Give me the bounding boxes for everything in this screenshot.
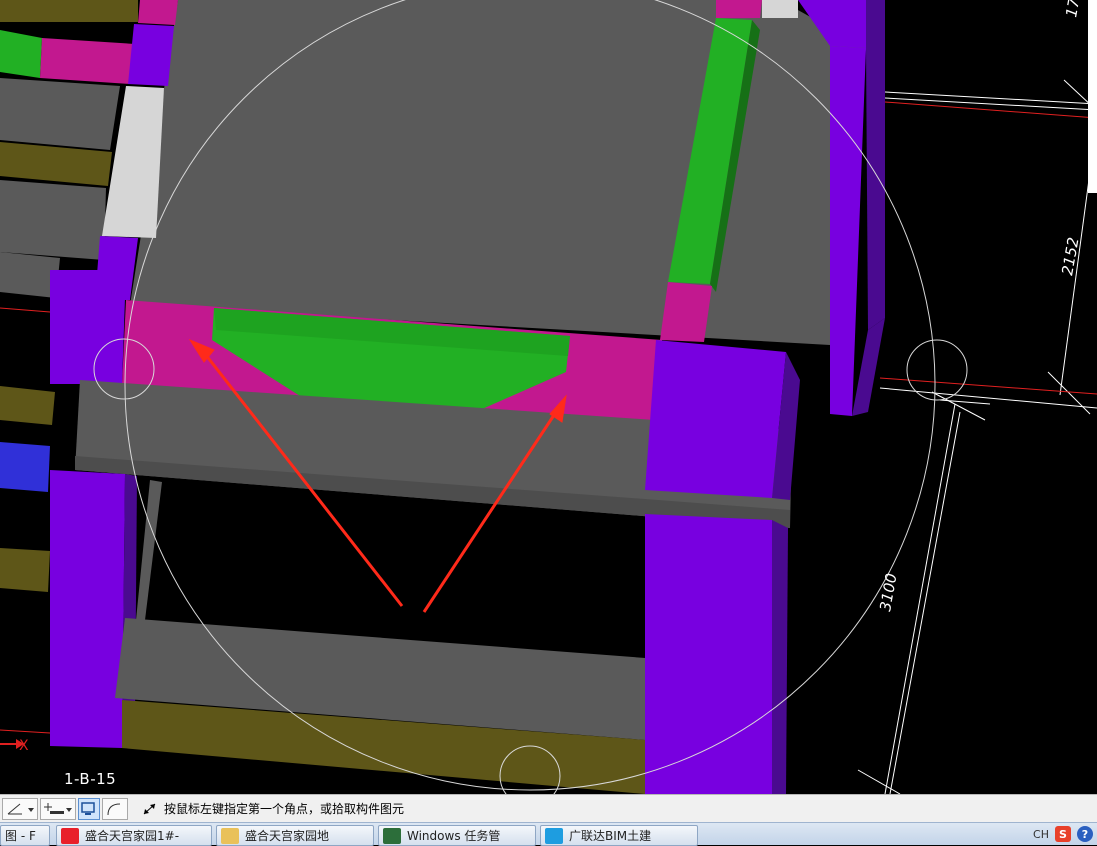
floor-indicator: 1-B-15 bbox=[64, 770, 117, 788]
x-axis-label: X bbox=[19, 738, 29, 754]
taskbar-item-4[interactable]: 广联达BIM土建 bbox=[540, 825, 698, 846]
taskbar-label: 盛合天宫家园1#- bbox=[85, 829, 180, 843]
system-tray: CH S ? bbox=[1033, 826, 1093, 842]
select-view-tool-button[interactable] bbox=[78, 797, 100, 820]
folder-icon bbox=[221, 827, 239, 844]
command-prompt: 按鼠标左键指定第一个角点，或拾取构件图元 bbox=[142, 800, 404, 817]
wps-icon bbox=[61, 827, 79, 844]
taskbar-item-3[interactable]: Windows 任务管 bbox=[378, 825, 536, 846]
task-manager-icon bbox=[383, 827, 401, 844]
taskbar-label: 图 - F bbox=[5, 829, 36, 843]
resize-arrow-icon bbox=[143, 803, 156, 814]
taskbar-label: 广联达BIM土建 bbox=[569, 829, 652, 843]
monitor-icon bbox=[81, 801, 95, 815]
taskbar-label: Windows 任务管 bbox=[407, 829, 501, 843]
lower-frame bbox=[50, 470, 788, 794]
dimension-3100: 3100 bbox=[876, 572, 900, 613]
dimension-17: 17 bbox=[1062, 0, 1083, 19]
windows-taskbar: 图 - F 盛合天宫家园1#- 盛合天宫家园地 Windows 任务管 广联达B… bbox=[0, 822, 1097, 846]
taskbar-item-2[interactable]: 盛合天宫家园地 bbox=[216, 825, 374, 846]
taskbar-item-1[interactable]: 盛合天宫家园1#- bbox=[56, 825, 212, 846]
plus-line-icon bbox=[44, 802, 72, 814]
arc-icon bbox=[107, 803, 121, 815]
add-point-tool-button[interactable] bbox=[40, 797, 76, 820]
taskbar-label: 盛合天宫家园地 bbox=[245, 829, 330, 843]
prompt-text: 按鼠标左键指定第一个角点，或拾取构件图元 bbox=[164, 802, 405, 816]
3d-viewport[interactable]: X 3100 2152 17 1-B-15 bbox=[0, 0, 1097, 794]
arc-tool-button[interactable] bbox=[102, 797, 128, 820]
dimension-2152: 2152 bbox=[1058, 236, 1082, 277]
sogou-icon[interactable]: S bbox=[1055, 826, 1071, 842]
angle-icon bbox=[7, 803, 34, 814]
dimension-lines bbox=[857, 79, 1097, 794]
angle-tool-button[interactable] bbox=[2, 797, 38, 820]
glodon-icon bbox=[545, 827, 563, 844]
model-canvas[interactable]: X 3100 2152 17 bbox=[0, 0, 1097, 794]
status-toolbar: 按鼠标左键指定第一个角点，或拾取构件图元 bbox=[0, 794, 1097, 822]
side-panel-edge[interactable] bbox=[1088, 0, 1097, 193]
taskbar-item-0[interactable]: 图 - F bbox=[0, 825, 50, 846]
axis-indicator: X bbox=[0, 738, 29, 754]
help-icon[interactable]: ? bbox=[1077, 826, 1093, 842]
ime-indicator[interactable]: CH bbox=[1033, 828, 1049, 841]
